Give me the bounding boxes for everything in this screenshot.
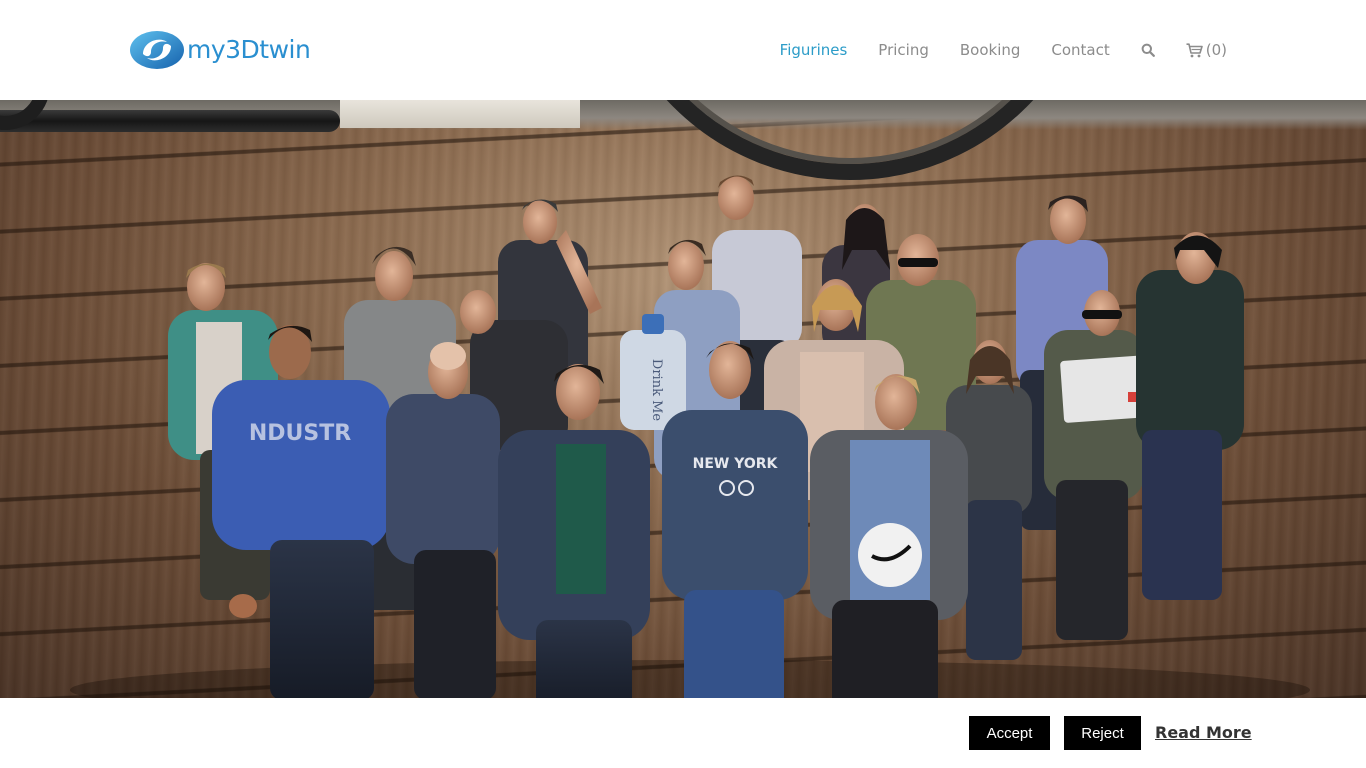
search-button[interactable] (1141, 43, 1155, 57)
nav-booking[interactable]: Booking (960, 38, 1021, 62)
figurine-front-blue-tee: NDUSTR (212, 325, 390, 698)
bottle-label: Drink Me (649, 359, 664, 421)
nav-figurines[interactable]: Figurines (780, 38, 848, 62)
accept-button[interactable]: Accept (969, 716, 1050, 750)
nav-contact[interactable]: Contact (1051, 38, 1109, 62)
site-header: my3Dtwin Figurines Pricing Booking Conta… (0, 0, 1366, 100)
cart-icon (1186, 42, 1203, 57)
svg-text:NDUSTR: NDUSTR (249, 421, 351, 446)
main-nav: Figurines Pricing Booking Contact (0) (749, 38, 1227, 62)
water-bottle: Drink Me (620, 314, 686, 430)
read-more-link[interactable]: Read More (1155, 722, 1252, 744)
logo-swirl-icon (130, 31, 184, 69)
figurine-group: Drink Me NDUSTR NEW YORK (70, 175, 1310, 698)
reject-button[interactable]: Reject (1064, 716, 1141, 750)
figurine-far-right (1136, 232, 1244, 600)
cart-count: (0) (1205, 41, 1227, 59)
search-icon (1141, 43, 1155, 57)
shirt-print-text: NEW YORK (693, 456, 779, 472)
brand-name: my3Dtwin (187, 35, 311, 64)
hero-image: Drink Me NDUSTR NEW YORK (0, 100, 1366, 698)
cookie-consent-bar: Accept Reject Read More (0, 698, 1366, 768)
brand-logo[interactable]: my3Dtwin (129, 30, 311, 70)
nav-pricing[interactable]: Pricing (878, 38, 929, 62)
cart-button[interactable]: (0) (1186, 41, 1227, 59)
